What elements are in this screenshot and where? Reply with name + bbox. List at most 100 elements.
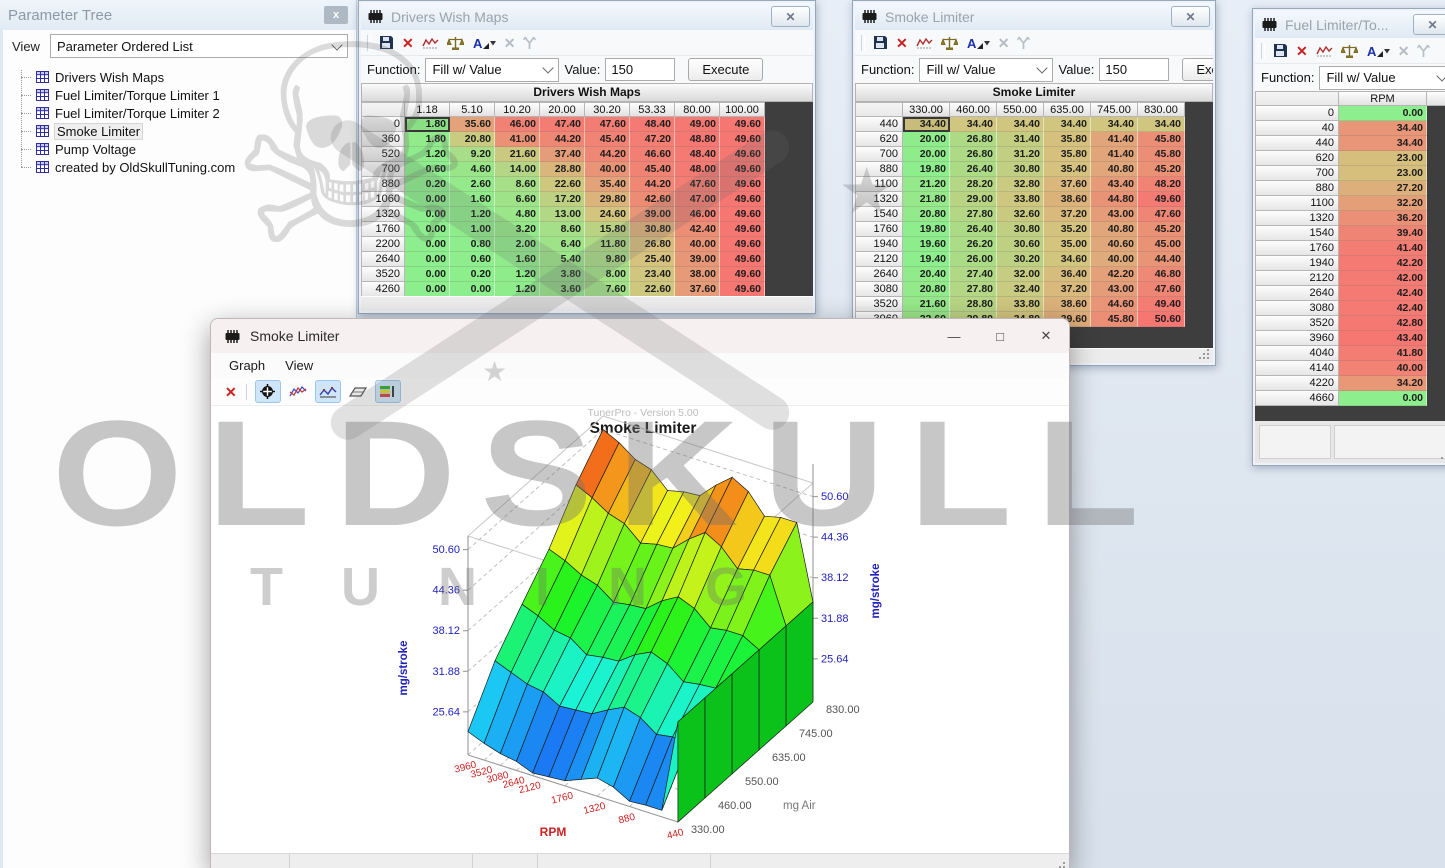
row-label[interactable]: 4040: [1255, 346, 1339, 361]
row-label[interactable]: 1100: [1255, 196, 1339, 211]
cell[interactable]: 32.60: [997, 207, 1044, 222]
close-graph-icon[interactable]: ✕: [225, 385, 237, 399]
cell[interactable]: 31.40: [997, 132, 1044, 147]
row-label[interactable]: 1540: [1255, 226, 1339, 241]
cell[interactable]: 27.80: [950, 282, 997, 297]
cell[interactable]: 34.20: [1339, 376, 1427, 391]
cell[interactable]: 4.80: [495, 207, 540, 222]
row-label[interactable]: 700: [855, 147, 903, 162]
cell[interactable]: 9.80: [585, 252, 630, 267]
cell[interactable]: 40.00: [675, 237, 720, 252]
cell[interactable]: 3.20: [495, 222, 540, 237]
cell[interactable]: 48.20: [1138, 177, 1185, 192]
close-button[interactable]: ✕: [1413, 14, 1445, 35]
maximize-button[interactable]: □: [977, 319, 1023, 353]
cell[interactable]: 32.40: [997, 282, 1044, 297]
cell[interactable]: 0.80: [450, 237, 495, 252]
line-chart-icon[interactable]: [916, 36, 933, 49]
titlebar[interactable]: Smoke Limiter ✕: [855, 3, 1213, 30]
cell[interactable]: 14.00: [495, 162, 540, 177]
cell[interactable]: 49.60: [720, 237, 765, 252]
cell[interactable]: 19.80: [903, 222, 950, 237]
cell[interactable]: 3.80: [540, 267, 585, 282]
cell[interactable]: 21.60: [903, 297, 950, 312]
cell[interactable]: 38.60: [1044, 192, 1091, 207]
cell[interactable]: 35.60: [450, 117, 495, 132]
row-label[interactable]: 2120: [855, 252, 903, 267]
row-label[interactable]: 520: [361, 147, 405, 162]
row-label[interactable]: 0: [1255, 106, 1339, 121]
cell[interactable]: 44.20: [630, 177, 675, 192]
cell[interactable]: 42.40: [1339, 301, 1427, 316]
cell[interactable]: 39.40: [1339, 226, 1427, 241]
cell[interactable]: 29.80: [585, 192, 630, 207]
cell[interactable]: 34.60: [1044, 252, 1091, 267]
row-label[interactable]: 40: [1255, 121, 1339, 136]
col-header[interactable]: RPM: [1339, 91, 1427, 106]
cell[interactable]: 37.20: [1044, 282, 1091, 297]
axis-scale-dropdown-icon[interactable]: A: [472, 36, 496, 50]
cell[interactable]: 39.00: [675, 252, 720, 267]
function-dropdown[interactable]: Fill w/ Value: [1319, 66, 1445, 90]
cell[interactable]: 0.00: [405, 192, 450, 207]
cell[interactable]: 0.00: [1339, 106, 1427, 121]
cell[interactable]: 47.60: [675, 177, 720, 192]
close-icon[interactable]: x: [324, 6, 348, 24]
cell[interactable]: 35.80: [1044, 147, 1091, 162]
line-graph-button[interactable]: [286, 381, 310, 402]
row-label[interactable]: 880: [1255, 181, 1339, 196]
cell[interactable]: 13.00: [540, 207, 585, 222]
cell[interactable]: 41.80: [1339, 346, 1427, 361]
titlebar[interactable]: Fuel Limiter/To... ✕: [1255, 11, 1445, 38]
row-label[interactable]: 360: [361, 132, 405, 147]
cell[interactable]: 1.20: [495, 267, 540, 282]
cell[interactable]: 47.00: [675, 192, 720, 207]
scales-icon[interactable]: [941, 36, 958, 50]
cell[interactable]: 35.40: [1044, 162, 1091, 177]
cell[interactable]: 1.20: [405, 147, 450, 162]
cell[interactable]: 42.60: [630, 192, 675, 207]
cell[interactable]: 28.20: [950, 177, 997, 192]
cell[interactable]: 6.60: [495, 192, 540, 207]
cell[interactable]: 19.60: [903, 237, 950, 252]
cell[interactable]: 37.60: [675, 282, 720, 296]
cell[interactable]: 45.80: [1138, 132, 1185, 147]
cell[interactable]: 49.60: [720, 282, 765, 296]
tree-item[interactable]: created by OldSkullTuning.com: [0, 158, 356, 176]
cell[interactable]: 46.00: [495, 117, 540, 132]
col-header[interactable]: 330.00: [903, 102, 950, 117]
minimize-button[interactable]: —: [931, 319, 977, 353]
col-header[interactable]: 550.00: [997, 102, 1044, 117]
row-label[interactable]: 620: [855, 132, 903, 147]
cell[interactable]: 11.80: [585, 237, 630, 252]
tree-item[interactable]: Drivers Wish Maps: [0, 68, 356, 86]
row-label[interactable]: 0: [361, 117, 405, 132]
cell[interactable]: 29.00: [950, 192, 997, 207]
cell[interactable]: 23.40: [630, 267, 675, 282]
execute-button[interactable]: Execute: [1182, 58, 1213, 81]
cell[interactable]: 28.80: [950, 297, 997, 312]
cell[interactable]: 37.60: [1044, 177, 1091, 192]
axis-scale-dropdown-icon[interactable]: A: [966, 36, 990, 50]
scales-icon[interactable]: [447, 36, 464, 50]
cell[interactable]: 24.60: [585, 207, 630, 222]
cell[interactable]: 49.60: [720, 147, 765, 162]
row-label[interactable]: 2200: [361, 237, 405, 252]
cell[interactable]: 26.80: [950, 147, 997, 162]
cell[interactable]: 20.80: [903, 282, 950, 297]
row-label[interactable]: 2640: [361, 252, 405, 267]
cell[interactable]: 49.60: [720, 162, 765, 177]
cell[interactable]: 49.60: [720, 222, 765, 237]
cell[interactable]: 26.40: [950, 162, 997, 177]
cell[interactable]: 23.00: [1339, 151, 1427, 166]
cell[interactable]: 41.40: [1339, 241, 1427, 256]
cell[interactable]: 37.20: [1044, 207, 1091, 222]
cell[interactable]: 20.80: [450, 132, 495, 147]
cell[interactable]: 9.20: [450, 147, 495, 162]
cell[interactable]: 44.40: [1138, 252, 1185, 267]
execute-button[interactable]: Execute: [688, 58, 763, 81]
row-label[interactable]: 880: [361, 177, 405, 192]
cell[interactable]: 47.40: [540, 117, 585, 132]
cell[interactable]: 0.00: [405, 267, 450, 282]
row-label[interactable]: 700: [1255, 166, 1339, 181]
